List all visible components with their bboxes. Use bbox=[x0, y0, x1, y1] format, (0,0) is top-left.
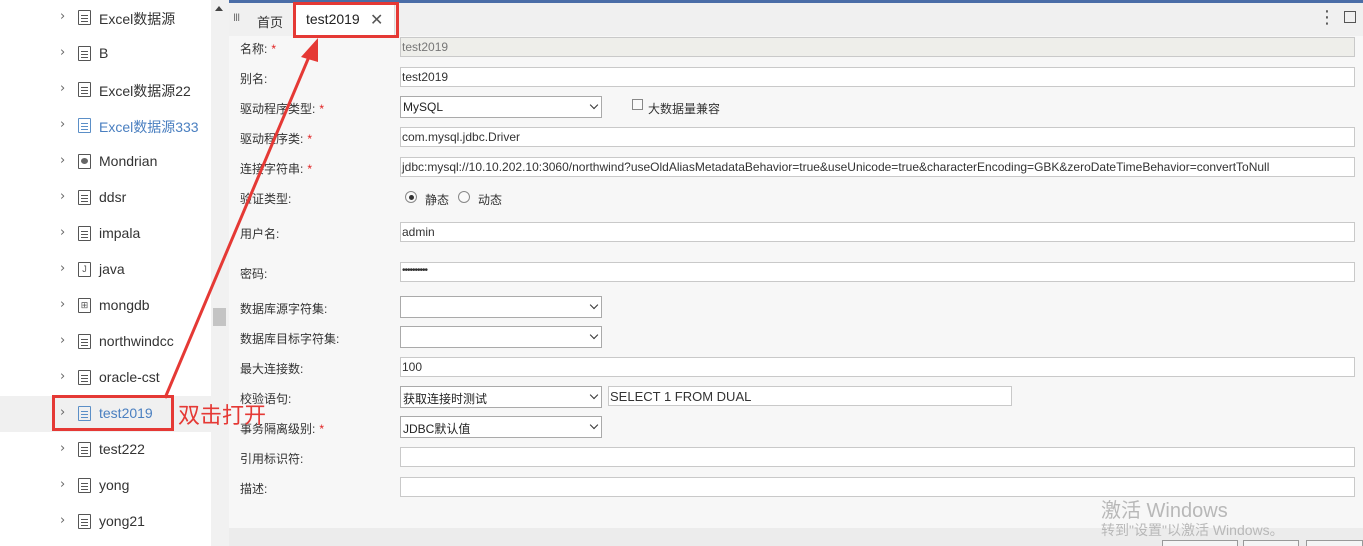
app-window: › Excel数据源 › B › Excel数据源22 › Excel数据源333 › Mondr… bbox=[0, 0, 1363, 546]
annotation-text: 双击打开 bbox=[178, 404, 267, 429]
annotation-arrow bbox=[163, 38, 318, 399]
